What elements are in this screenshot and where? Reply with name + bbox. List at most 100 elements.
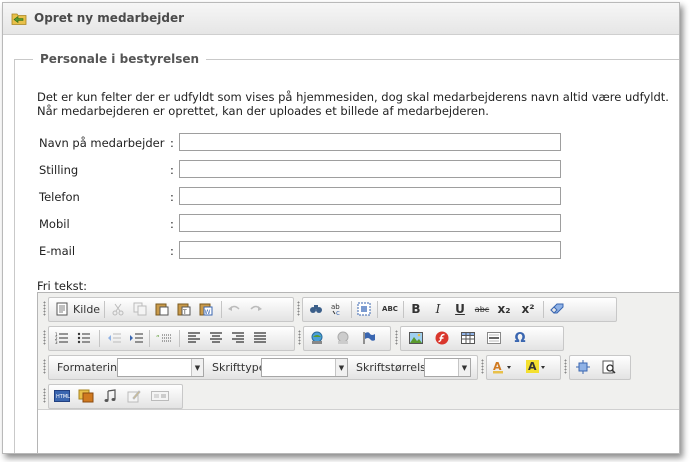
field-label-phone: Telefon	[39, 190, 80, 204]
italic-glyph: I	[435, 302, 441, 316]
copy-icon[interactable]	[131, 301, 149, 317]
format-select[interactable]: ▼	[117, 358, 204, 377]
field-label-position: Stilling	[39, 163, 79, 177]
field-colon: :	[170, 244, 174, 258]
horizontal-rule-icon[interactable]	[485, 330, 503, 346]
toolbar-grip[interactable]	[298, 330, 301, 345]
replace-icon[interactable]: ab c	[329, 301, 347, 317]
mobile-input[interactable]	[179, 214, 561, 232]
size-select[interactable]: ▼	[424, 358, 471, 377]
toolbar-grip[interactable]	[564, 359, 567, 374]
toolbar-grip[interactable]	[43, 388, 46, 403]
background-color-icon[interactable]: A	[525, 359, 551, 375]
chevron-down-icon[interactable]: ▼	[335, 359, 347, 376]
position-input[interactable]	[179, 160, 561, 178]
editor-content-area[interactable]	[38, 410, 679, 453]
music-icon[interactable]	[101, 388, 119, 404]
remove-format-icon[interactable]	[549, 301, 567, 317]
font-label: Skrifttype	[212, 361, 266, 374]
numbered-list-icon[interactable]: 123	[53, 330, 71, 346]
paste-icon[interactable]	[153, 301, 171, 317]
phone-input[interactable]	[179, 187, 561, 205]
free-text-label: Fri tekst:	[37, 279, 87, 293]
align-justify-icon[interactable]	[251, 330, 269, 346]
anchor-flag-icon[interactable]	[360, 330, 378, 346]
align-right-icon[interactable]	[229, 330, 247, 346]
edit-form-icon[interactable]	[125, 388, 143, 404]
toolbar-grip[interactable]	[43, 301, 46, 316]
align-left-icon[interactable]	[185, 330, 203, 346]
toolbar-grip[interactable]	[395, 330, 398, 345]
strikethrough-glyph: abc	[474, 304, 490, 314]
toolbar-grip[interactable]	[43, 359, 46, 374]
form-field-icon[interactable]	[149, 388, 171, 404]
toolbar-separator	[99, 330, 100, 347]
preview-icon[interactable]	[600, 359, 618, 375]
toolbar-group-styles: Formatering ▼ Skrifttype ▼ Skriftstørrel…	[48, 355, 478, 380]
toolbar-separator	[221, 301, 222, 318]
strikethrough-icon[interactable]: abc	[473, 301, 491, 317]
outdent-icon[interactable]	[105, 330, 123, 346]
unlink-icon[interactable]	[334, 330, 352, 346]
subscript-icon[interactable]: x₂	[495, 301, 513, 317]
gallery-icon[interactable]	[77, 388, 95, 404]
table-icon[interactable]	[459, 330, 477, 346]
toolbar-grip[interactable]	[481, 359, 484, 374]
indent-icon[interactable]	[127, 330, 145, 346]
dialog-window: Opret ny medarbejder Personale i bestyre…	[2, 2, 680, 454]
toolbar-group-colors: A A	[486, 355, 561, 380]
flash-icon[interactable]	[433, 330, 451, 346]
toolbar-separator	[403, 301, 404, 318]
text-color-icon[interactable]: A	[491, 359, 517, 375]
image-icon[interactable]	[407, 330, 425, 346]
toolbar-separator	[377, 301, 378, 318]
blockquote-icon[interactable]: “	[155, 330, 173, 346]
align-center-icon[interactable]	[207, 330, 225, 346]
superscript-icon[interactable]: x²	[519, 301, 537, 317]
field-colon: :	[170, 163, 174, 177]
field-colon: :	[170, 190, 174, 204]
toolbar-grip[interactable]	[297, 301, 300, 316]
toolbar-separator	[351, 301, 352, 318]
paste-text-icon[interactable]: T	[175, 301, 193, 317]
bullet-list-icon[interactable]	[75, 330, 93, 346]
redo-icon[interactable]	[247, 301, 265, 317]
underline-icon[interactable]: U	[451, 301, 469, 317]
bold-glyph: B	[411, 302, 421, 316]
chevron-down-icon[interactable]: ▼	[458, 359, 470, 376]
toolbar-group-edit: ab c ABC B I U abc x₂ x²	[302, 297, 617, 322]
svg-text:W: W	[205, 309, 211, 316]
window-title: Opret ny medarbejder	[34, 11, 185, 25]
field-label-email: E-mail	[39, 244, 76, 258]
cut-icon[interactable]	[109, 301, 127, 317]
toolbar-group-document: Kilde T W	[48, 297, 294, 322]
maximize-icon[interactable]	[574, 359, 592, 375]
chevron-down-icon[interactable]: ▼	[191, 359, 203, 376]
back-folder-icon[interactable]	[11, 11, 27, 25]
select-all-icon[interactable]	[355, 301, 373, 317]
email-input[interactable]	[179, 241, 561, 259]
spellcheck-glyph: ABC	[382, 305, 398, 313]
field-colon: :	[170, 217, 174, 231]
toolbar-separator	[104, 301, 105, 318]
italic-icon[interactable]: I	[429, 301, 447, 317]
title-bar: Opret ny medarbejder	[3, 3, 679, 35]
undo-icon[interactable]	[225, 301, 243, 317]
toolbar-grip[interactable]	[43, 330, 46, 345]
html-block-icon[interactable]: HTML	[53, 388, 71, 404]
find-icon[interactable]	[307, 301, 325, 317]
link-icon[interactable]	[308, 330, 326, 346]
bold-icon[interactable]: B	[407, 301, 425, 317]
font-select[interactable]: ▼	[261, 358, 348, 377]
underline-glyph: U	[455, 302, 465, 316]
spellcheck-icon[interactable]: ABC	[381, 301, 399, 317]
superscript-glyph: x²	[521, 302, 535, 316]
special-char-icon[interactable]: Ω	[511, 330, 529, 346]
svg-text:A: A	[528, 360, 537, 373]
toolbar-separator	[179, 330, 180, 347]
field-label-name: Navn på medarbejder	[39, 136, 165, 150]
paste-word-icon[interactable]: W	[197, 301, 215, 317]
source-icon[interactable]	[53, 301, 71, 317]
source-button-label[interactable]: Kilde	[73, 303, 100, 316]
employee-name-input[interactable]	[179, 133, 561, 151]
